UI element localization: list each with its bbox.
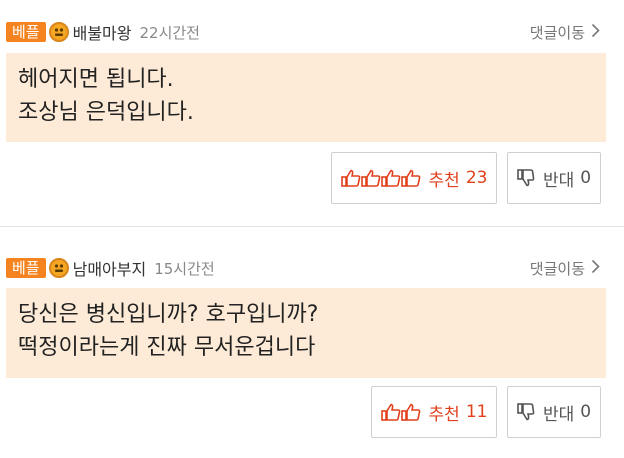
level-face-icon [48,22,69,42]
timestamp: 15시간전 [154,259,215,278]
thumbs-down-icon [517,169,535,187]
comment-divider [0,226,624,227]
move-to-comment-link[interactable]: 댓글이동 [530,22,600,43]
chevron-right-icon [591,23,600,42]
comment-body: 헤어지면 됩니다. 조상님 은덕입니다. [6,53,606,142]
comment-body: 당신은 병신입니까? 호구입니까? 떡정이라는게 진짜 무서운겁니다 [6,288,606,378]
level-face-icon [48,258,69,278]
oppose-label: 반대 [542,404,575,425]
comment-line: 당신은 병신입니까? 호구입니까? [18,302,319,327]
oppose-button[interactable]: 반대 0 [507,152,601,204]
thumbs-up-icons [380,403,421,421]
comment-1: 베플 배불마왕 22시간전 댓글이동 헤어지면 됩니다. 조상님 은덕입니다. … [0,0,624,226]
nickname[interactable]: 배불마왕 [73,20,132,44]
thumbs-up-icon [380,403,400,421]
thumbs-up-icon [340,169,360,187]
best-badge: 베플 [6,22,46,42]
recommend-button[interactable]: 추천 23 [331,152,497,204]
move-to-comment-label: 댓글이동 [529,24,585,42]
thumbs-up-icon [400,403,420,421]
thumbs-up-icon [360,169,380,187]
recommend-label: 추천 [428,404,460,425]
timestamp: 22시간전 [139,23,201,42]
thumbs-up-icon [380,169,400,187]
oppose-button[interactable]: 반대 0 [507,386,601,438]
oppose-count: 0 [580,402,592,422]
comment-line: 떡정이라는게 진짜 무서운겁니다 [18,335,316,360]
thumbs-down-icon [517,403,535,421]
recommend-count: 23 [465,168,488,188]
recommend-button[interactable]: 추천 11 [371,386,497,438]
move-to-comment-link[interactable]: 댓글이동 [530,258,600,279]
best-badge: 베플 [6,258,46,278]
thumbs-up-icons [340,169,421,187]
recommend-label: 추천 [428,170,460,191]
comment-meta: 베플 배불마왕 22시간전 [6,20,200,44]
thumbs-up-icon [400,169,420,187]
comment-meta: 베플 남매아부지 15시간전 [6,256,215,280]
chevron-right-icon [591,259,600,278]
oppose-label: 반대 [542,170,575,191]
comment-2: 베플 남매아부지 15시간전 댓글이동 당신은 병신입니까? 호구입니까? 떡정… [0,244,624,454]
comment-line: 조상님 은덕입니다. [18,100,194,125]
comment-line: 헤어지면 됩니다. [18,67,174,92]
oppose-count: 0 [580,168,592,188]
recommend-count: 11 [465,402,488,422]
nickname[interactable]: 남매아부지 [73,256,147,280]
move-to-comment-label: 댓글이동 [529,260,585,278]
